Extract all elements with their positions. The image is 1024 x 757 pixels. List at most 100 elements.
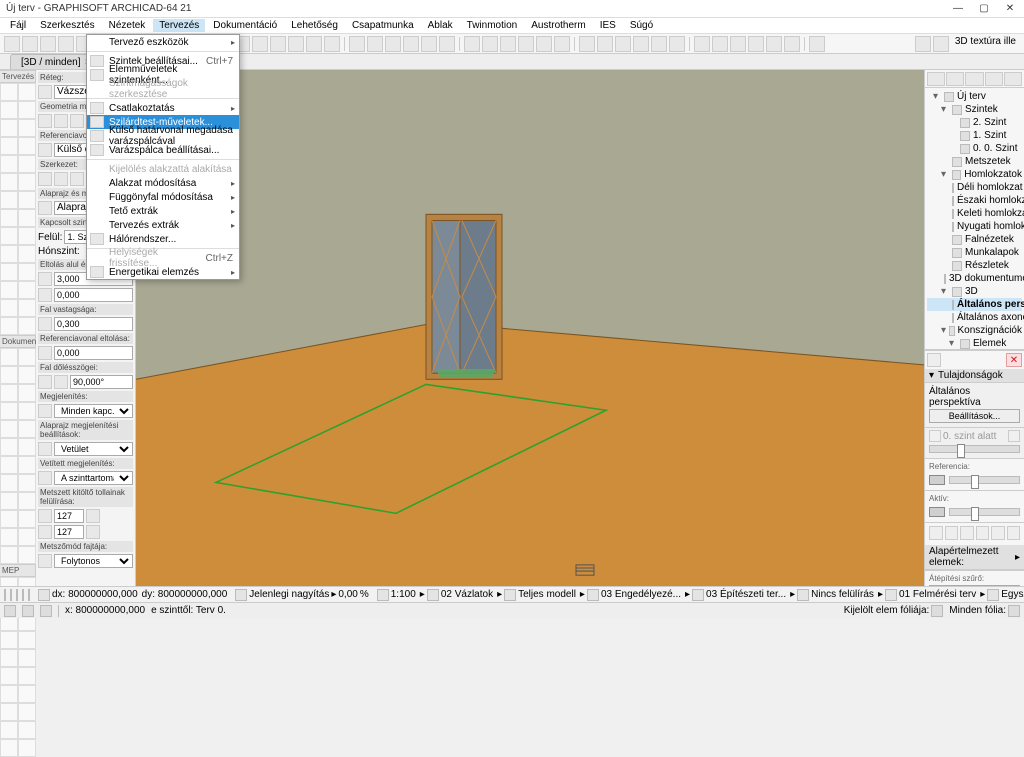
minimize-button[interactable]: — — [950, 3, 966, 14]
tool-button[interactable] — [18, 245, 36, 263]
nav-btn-delete[interactable]: ✕ — [1006, 353, 1022, 367]
3d-texture-icon[interactable] — [933, 36, 949, 52]
trace-btn-5[interactable] — [991, 526, 1005, 540]
tool-button[interactable] — [18, 438, 36, 456]
tool-button[interactable] — [0, 721, 18, 739]
scale-icon[interactable] — [377, 589, 389, 601]
menu-austrotherm[interactable]: Austrotherm — [525, 19, 591, 32]
geom-icon-2[interactable] — [54, 114, 68, 128]
tool-button[interactable] — [0, 384, 18, 402]
nav-tab-2[interactable] — [946, 72, 964, 86]
nav-tab-1[interactable] — [927, 72, 945, 86]
toolbar-button[interactable] — [403, 36, 419, 52]
trace-btn-2[interactable] — [945, 526, 959, 540]
pen-swatch-2[interactable] — [86, 525, 100, 539]
toolbar-button[interactable] — [694, 36, 710, 52]
tulajdonsagok-header[interactable]: ▾Tulajdonságok — [925, 369, 1024, 383]
menu-szerkesztés[interactable]: Szerkesztés — [34, 19, 100, 32]
menu-item[interactable]: Tető extrák — [87, 204, 239, 218]
tool-button[interactable] — [18, 101, 36, 119]
menu-twinmotion[interactable]: Twinmotion — [461, 19, 524, 32]
menu-fájl[interactable]: Fájl — [4, 19, 32, 32]
tool-button[interactable] — [18, 739, 36, 757]
menu-item[interactable]: Energetikai elemzés — [87, 265, 239, 279]
tool-button[interactable] — [18, 631, 36, 649]
maximize-button[interactable]: ▢ — [976, 3, 992, 14]
trace-btn-4[interactable] — [976, 526, 990, 540]
tool-button[interactable] — [18, 649, 36, 667]
menu-dokumentáció[interactable]: Dokumentáció — [207, 19, 283, 32]
tool-button[interactable] — [18, 474, 36, 492]
tool-button[interactable] — [0, 685, 18, 703]
toolbar-button[interactable] — [58, 36, 74, 52]
layer-status-icon[interactable] — [931, 605, 943, 617]
refoffset-input[interactable] — [54, 346, 133, 360]
nav-tab-4[interactable] — [985, 72, 1003, 86]
nav-tab-5[interactable] — [1004, 72, 1022, 86]
close-button[interactable]: ✕ — [1002, 3, 1018, 14]
shadow-icon[interactable] — [987, 589, 999, 601]
toolbar-button[interactable] — [597, 36, 613, 52]
toolbar-button[interactable] — [518, 36, 534, 52]
all-layers-icon[interactable] — [1008, 605, 1020, 617]
tool-button[interactable] — [0, 510, 18, 528]
toolbar-button[interactable] — [252, 36, 268, 52]
toolbar-button[interactable] — [809, 36, 825, 52]
tool-button[interactable] — [0, 456, 18, 474]
linetype-select[interactable]: Folytonos — [54, 554, 133, 568]
toolbar-button[interactable] — [306, 36, 322, 52]
tool-button[interactable] — [18, 209, 36, 227]
opt-icon[interactable] — [28, 589, 30, 601]
tool-button[interactable] — [0, 245, 18, 263]
vetulet-select[interactable]: Vetület — [54, 442, 133, 456]
menu-tervezés[interactable]: Tervezés — [153, 19, 205, 32]
tool-button[interactable] — [0, 155, 18, 173]
layers-icon[interactable] — [427, 589, 439, 601]
tool-button[interactable] — [0, 528, 18, 546]
reno-icon[interactable] — [885, 589, 897, 601]
menu-lehetőség[interactable]: Lehetőség — [285, 19, 344, 32]
tool-button[interactable] — [0, 281, 18, 299]
navigator-tree[interactable]: ▾Új terv ▾Szintek 2. Szint 1. Szint 0. 0… — [925, 88, 1024, 349]
tool-button[interactable] — [18, 173, 36, 191]
nav-tab-3[interactable] — [965, 72, 983, 86]
toolbar-button[interactable] — [712, 36, 728, 52]
toolbar-button[interactable] — [421, 36, 437, 52]
trace-btn-6[interactable] — [1007, 526, 1021, 540]
tool-button[interactable] — [0, 474, 18, 492]
tool-button[interactable] — [18, 384, 36, 402]
tool-button[interactable] — [18, 317, 36, 335]
3d-filter-icon[interactable] — [915, 36, 931, 52]
tool-button[interactable] — [0, 703, 18, 721]
menu-item[interactable]: Tervező eszközök — [87, 35, 239, 49]
offset-bot-input[interactable] — [54, 288, 133, 302]
tool-button[interactable] — [18, 546, 36, 564]
display-select[interactable]: Minden kapc...dó szinten — [54, 404, 133, 418]
toolbar-button[interactable] — [651, 36, 667, 52]
toolbar-button[interactable] — [669, 36, 685, 52]
toolbar-button[interactable] — [730, 36, 746, 52]
menu-item[interactable]: Varázspálca beállításai... — [87, 143, 239, 157]
pen-2-input[interactable] — [54, 525, 84, 539]
toolbar-button[interactable] — [439, 36, 455, 52]
tool-button[interactable] — [0, 366, 18, 384]
geom-icon-1[interactable] — [38, 114, 52, 128]
menu-item[interactable]: Hálórendszer... — [87, 232, 239, 246]
toolbar-button[interactable] — [554, 36, 570, 52]
toolbar-button[interactable] — [536, 36, 552, 52]
tool-button[interactable] — [0, 173, 18, 191]
tool-button[interactable] — [18, 456, 36, 474]
trace-btn-3[interactable] — [960, 526, 974, 540]
tool-button[interactable] — [0, 209, 18, 227]
menu-csapatmunka[interactable]: Csapatmunka — [346, 19, 420, 32]
toolbar-button[interactable] — [22, 36, 38, 52]
tool-button[interactable] — [18, 263, 36, 281]
toolbar-button[interactable] — [615, 36, 631, 52]
struct-icon-3[interactable] — [70, 172, 84, 186]
menu-ies[interactable]: IES — [594, 19, 622, 32]
toolbar-button[interactable] — [324, 36, 340, 52]
tool-button[interactable] — [0, 631, 18, 649]
beallitasok-button[interactable]: Beállítások... — [929, 409, 1020, 423]
toolbar-button[interactable] — [748, 36, 764, 52]
opt-icon[interactable] — [16, 589, 18, 601]
